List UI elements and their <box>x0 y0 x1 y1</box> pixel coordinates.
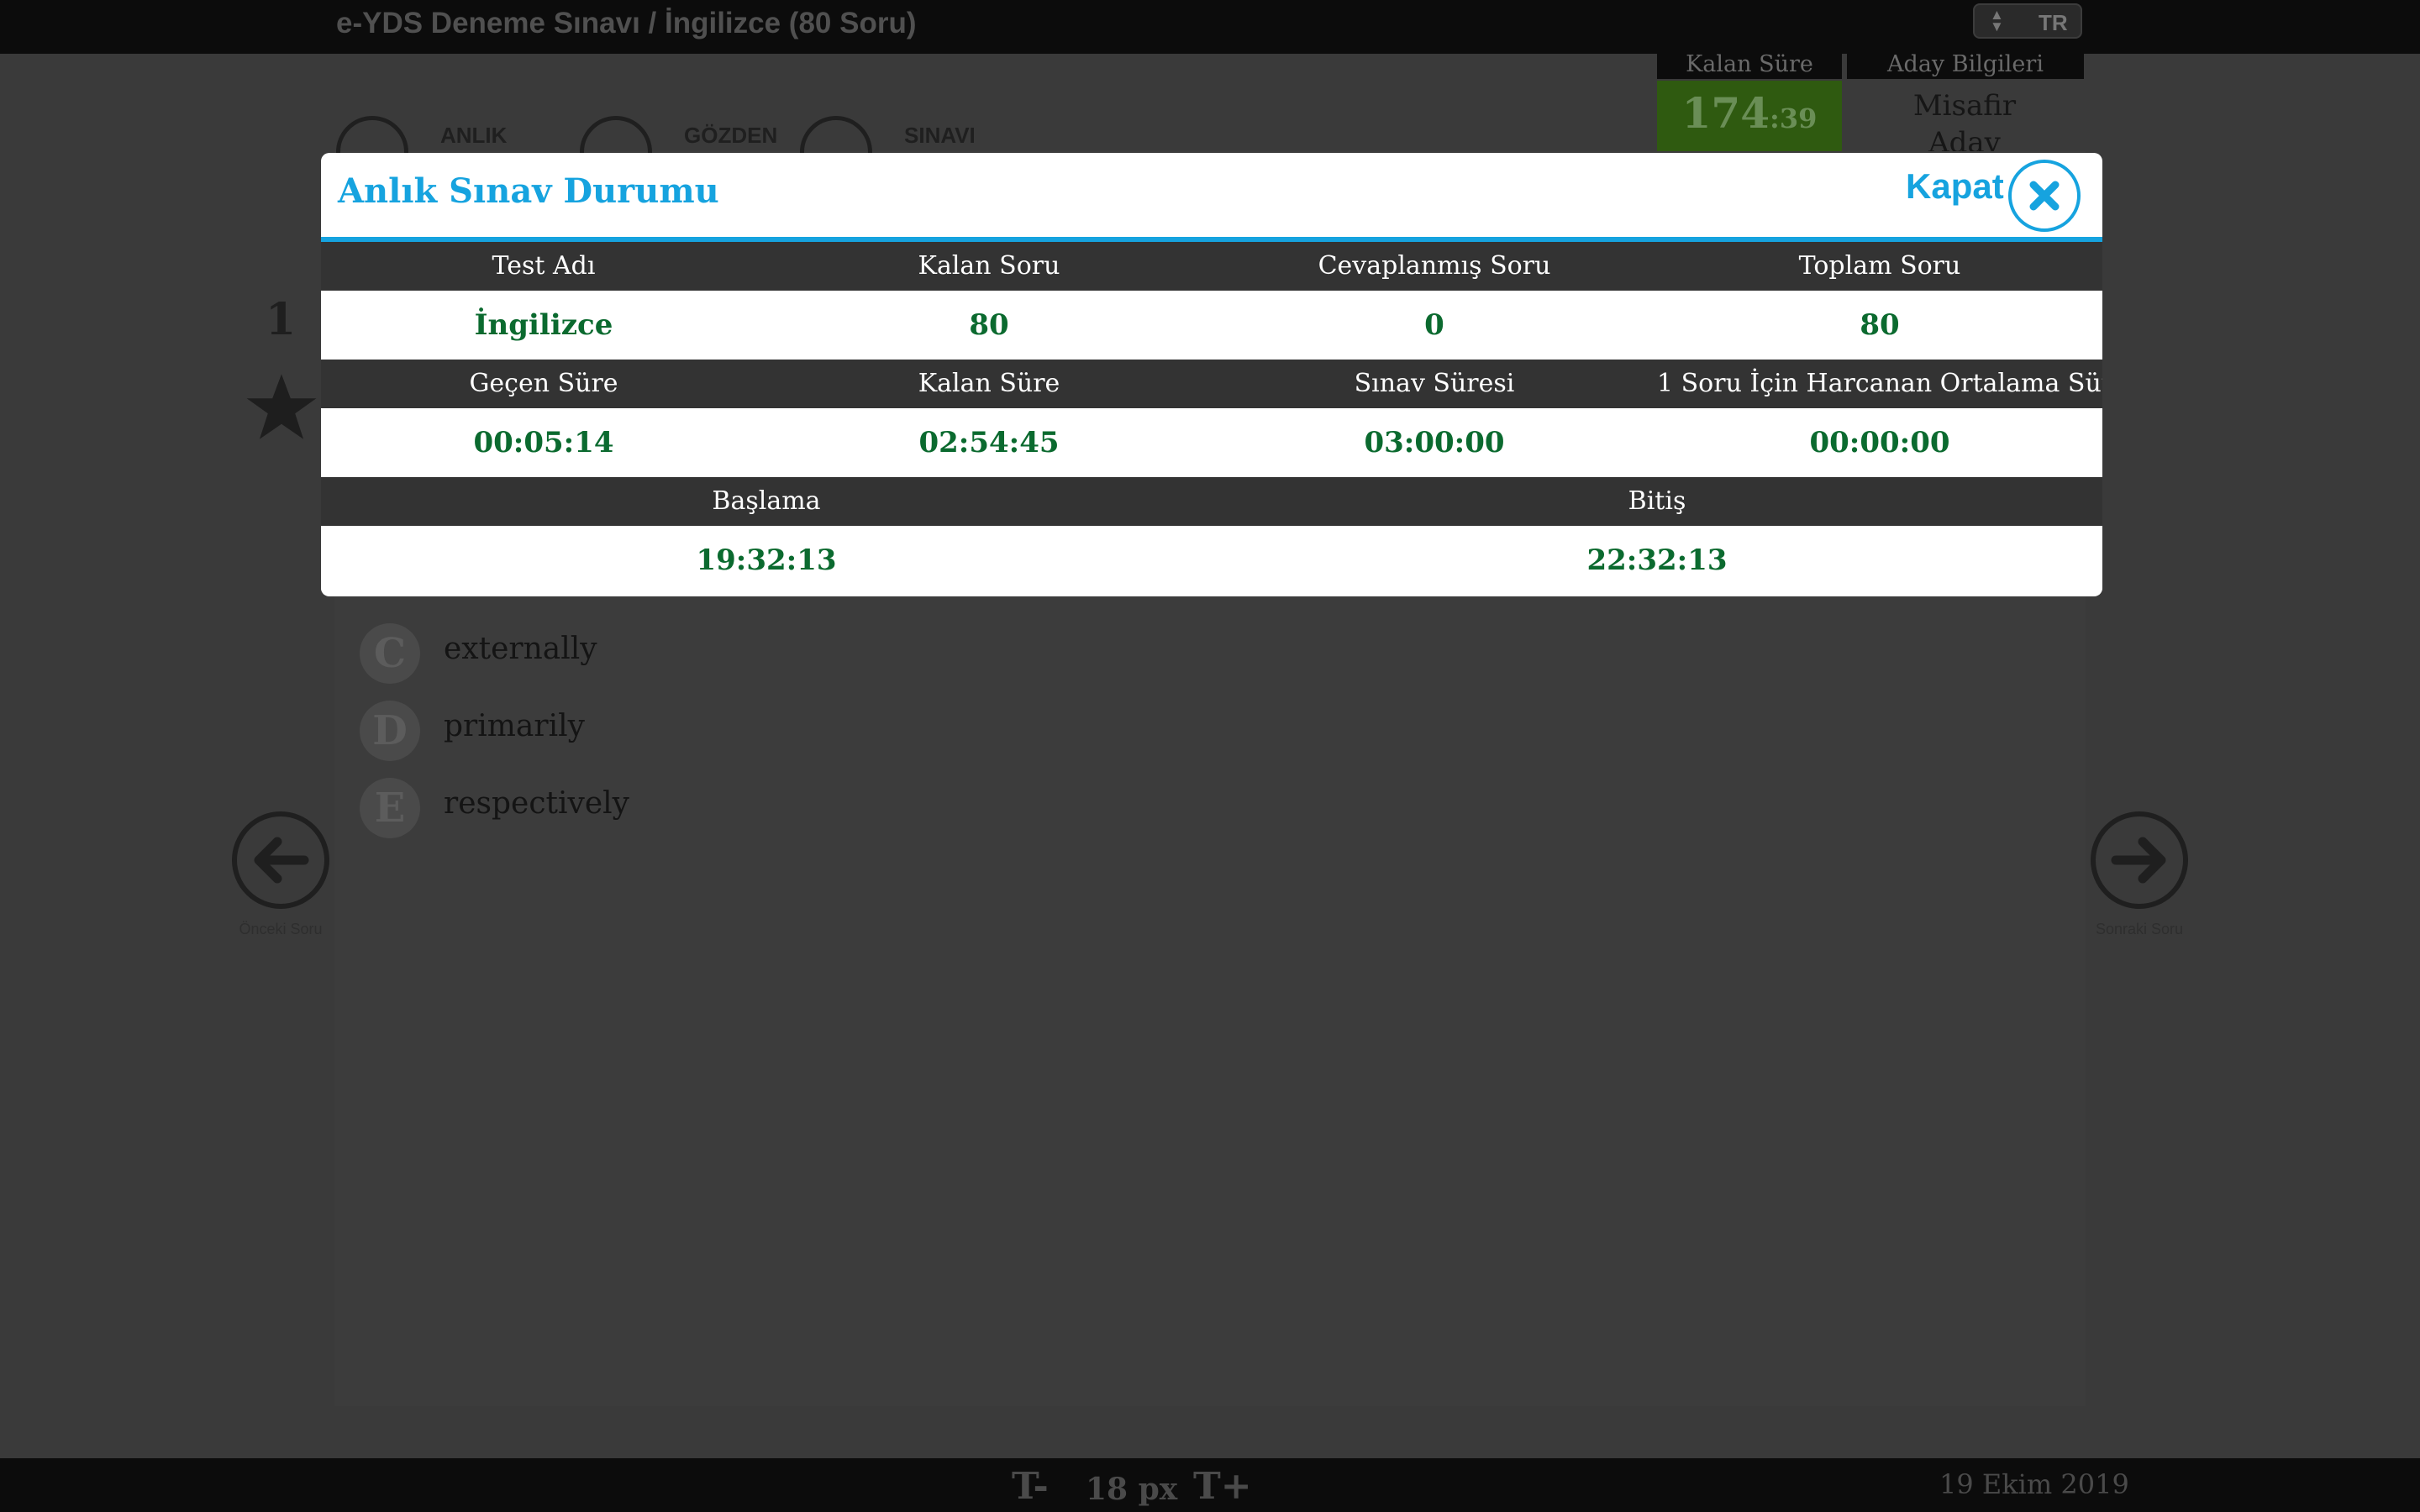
close-label[interactable]: Kapat <box>1906 166 2004 207</box>
countdown-timer: 174:39 <box>1657 81 1842 153</box>
option-text: externally <box>444 632 597 666</box>
star-icon[interactable] <box>244 370 319 445</box>
value-average-time: 00:00:00 <box>1809 426 1950 459</box>
previous-question-button[interactable] <box>230 810 331 911</box>
increase-font-button[interactable]: T+ <box>1193 1465 1252 1508</box>
language-select[interactable]: ▲ ▼ TR <box>1973 3 2082 39</box>
font-size-value: 18 px <box>1086 1472 1178 1507</box>
review-label: GÖZDEN <box>684 123 778 148</box>
value-remaining-questions: 80 <box>969 308 1009 342</box>
stats-header-row-2: Geçen Süre Kalan Süre Sınav Süresi 1 Sor… <box>321 360 2102 408</box>
header-elapsed-time: Geçen Süre <box>469 369 618 398</box>
stats-header-row-1: Test Adı Kalan Soru Cevaplanmış Soru Top… <box>321 242 2102 291</box>
language-value: TR <box>2039 10 2068 35</box>
candidate-name: Misafir Aday <box>1864 87 2065 161</box>
app-title: e-YDS Deneme Sınavı / İngilizce (80 Soru… <box>336 7 917 39</box>
header-end-time: Bitiş <box>1628 486 1686 516</box>
exam-status-dialog: Anlık Sınav Durumu Kapat Test Adı Kalan … <box>321 153 2102 596</box>
stats-value-row-3: 19:32:13 22:32:13 <box>321 526 2102 595</box>
option-text: respectively <box>444 786 629 821</box>
previous-question-label: Önceki Soru <box>239 921 323 937</box>
question-number: 1 <box>266 294 297 345</box>
header-start-time: Başlama <box>712 486 821 516</box>
value-test-name: İngilizce <box>474 308 613 342</box>
finish-exam-label: SINAVI <box>904 123 976 148</box>
value-exam-duration: 03:00:00 <box>1364 426 1505 459</box>
option-letter: C <box>360 623 420 684</box>
header-answered-questions: Cevaplanmış Soru <box>1318 251 1551 281</box>
value-total-questions: 80 <box>1860 308 1900 342</box>
value-elapsed-time: 00:05:14 <box>473 426 614 459</box>
candidate-first-name: Misafir <box>1912 89 2017 123</box>
dialog-title: Anlık Sınav Durumu <box>338 171 719 211</box>
time-label: Kalan Süre <box>1657 50 1842 79</box>
header-total-questions: Toplam Soru <box>1798 251 1961 281</box>
timer-minutes: 174 <box>1681 88 1770 138</box>
close-icon[interactable] <box>2007 158 2082 234</box>
next-question-label: Sonraki Soru <box>2095 921 2184 937</box>
header-remaining-time: Kalan Süre <box>918 369 1060 398</box>
candidate-label: Aday Bilgileri <box>1847 50 2084 79</box>
footer-date: 19 Ekim 2019 <box>1939 1468 2129 1500</box>
option-letter: E <box>360 778 420 838</box>
header-exam-duration: Sınav Süresi <box>1354 369 1515 398</box>
next-question-button[interactable] <box>2089 810 2190 911</box>
stats-value-row-1: İngilizce 80 0 80 <box>321 291 2102 360</box>
timer-seconds: :39 <box>1770 102 1818 134</box>
value-start-time: 19:32:13 <box>696 543 837 577</box>
stats-header-row-3: Başlama Bitiş <box>321 477 2102 526</box>
instant-status-label: ANLIK <box>440 123 508 148</box>
decrease-font-button[interactable]: T- <box>1012 1465 1049 1508</box>
header-average-time: 1 Soru İçin Harcanan Ortalama Süre <box>1657 369 2102 398</box>
option-letter: D <box>360 701 420 761</box>
value-answered-questions: 0 <box>1424 308 1444 342</box>
header-test-name: Test Adı <box>492 251 596 281</box>
option-text: primarily <box>444 709 585 743</box>
header-remaining-questions: Kalan Soru <box>918 251 1060 281</box>
value-remaining-time: 02:54:45 <box>918 426 1060 459</box>
value-end-time: 22:32:13 <box>1586 543 1728 577</box>
select-arrows-icon: ▲ ▼ <box>1990 7 2004 34</box>
stats-value-row-2: 00:05:14 02:54:45 03:00:00 00:00:00 <box>321 408 2102 477</box>
